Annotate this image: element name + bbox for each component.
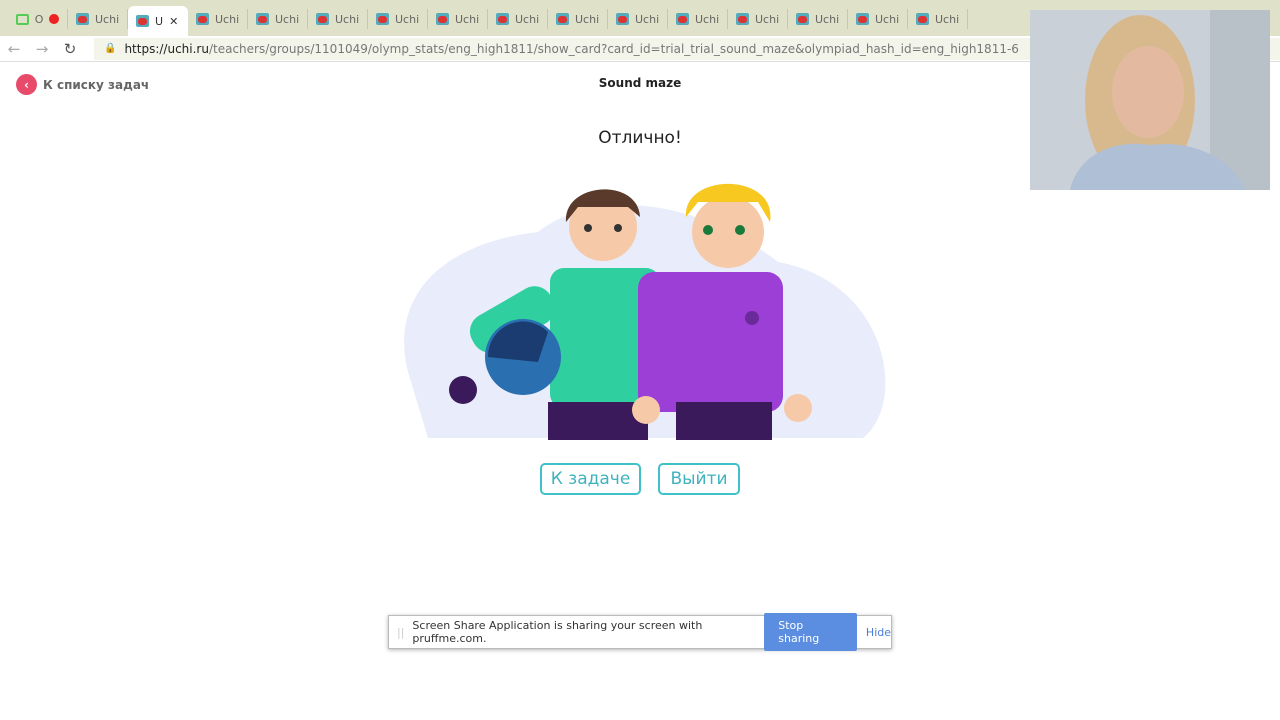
- stop-sharing-button[interactable]: Stop sharing: [764, 613, 857, 651]
- tab-1[interactable]: Uchi: [68, 9, 128, 29]
- hide-button[interactable]: Hide: [866, 626, 891, 639]
- tab-8[interactable]: Uchi: [488, 9, 548, 29]
- tab-11[interactable]: Uchi: [668, 9, 728, 29]
- tab-7[interactable]: Uchi: [428, 9, 488, 29]
- drag-handle-icon[interactable]: ||: [397, 626, 404, 639]
- tab-10[interactable]: Uchi: [608, 9, 668, 29]
- uchi-favicon: [196, 13, 209, 25]
- uchi-favicon: [736, 13, 749, 25]
- exit-button[interactable]: Выйти: [658, 463, 740, 495]
- forward-arrow-icon[interactable]: →: [28, 40, 56, 58]
- tab-0[interactable]: O: [8, 9, 68, 29]
- uchi-favicon: [796, 13, 809, 25]
- uchi-favicon: [496, 13, 509, 25]
- webcam-video: [1030, 10, 1270, 190]
- uchi-favicon: [76, 13, 89, 25]
- uchi-favicon: [916, 13, 929, 25]
- tab-9[interactable]: Uchi: [548, 9, 608, 29]
- tab-5[interactable]: Uchi: [308, 9, 368, 29]
- uchi-favicon: [616, 13, 629, 25]
- lock-icon: 🔒: [104, 43, 117, 54]
- uchi-favicon: [856, 13, 869, 25]
- uchi-favicon: [256, 13, 269, 25]
- uchi-favicon: [376, 13, 389, 25]
- tab-6[interactable]: Uchi: [368, 9, 428, 29]
- uchi-favicon: [316, 13, 329, 25]
- back-arrow-icon[interactable]: ←: [0, 40, 28, 58]
- tab-3[interactable]: Uchi: [188, 9, 248, 29]
- tab-4[interactable]: Uchi: [248, 9, 308, 29]
- tab-13[interactable]: Uchi: [788, 9, 848, 29]
- tab-active[interactable]: U ✕: [128, 6, 188, 36]
- characters-illustration: [404, 183, 886, 440]
- uchi-favicon: [136, 15, 149, 27]
- uchi-favicon: [436, 13, 449, 25]
- extension-icon: [16, 13, 29, 25]
- tab-12[interactable]: Uchi: [728, 9, 788, 29]
- close-icon[interactable]: ✕: [169, 15, 178, 28]
- uchi-favicon: [556, 13, 569, 25]
- reload-icon[interactable]: ↻: [56, 40, 84, 58]
- tab-15[interactable]: Uchi: [908, 9, 968, 29]
- tab-14[interactable]: Uchi: [848, 9, 908, 29]
- record-icon: [49, 14, 59, 24]
- to-task-button[interactable]: К задаче: [540, 463, 641, 495]
- uchi-favicon: [676, 13, 689, 25]
- screen-share-bar: || Screen Share Application is sharing y…: [388, 613, 892, 651]
